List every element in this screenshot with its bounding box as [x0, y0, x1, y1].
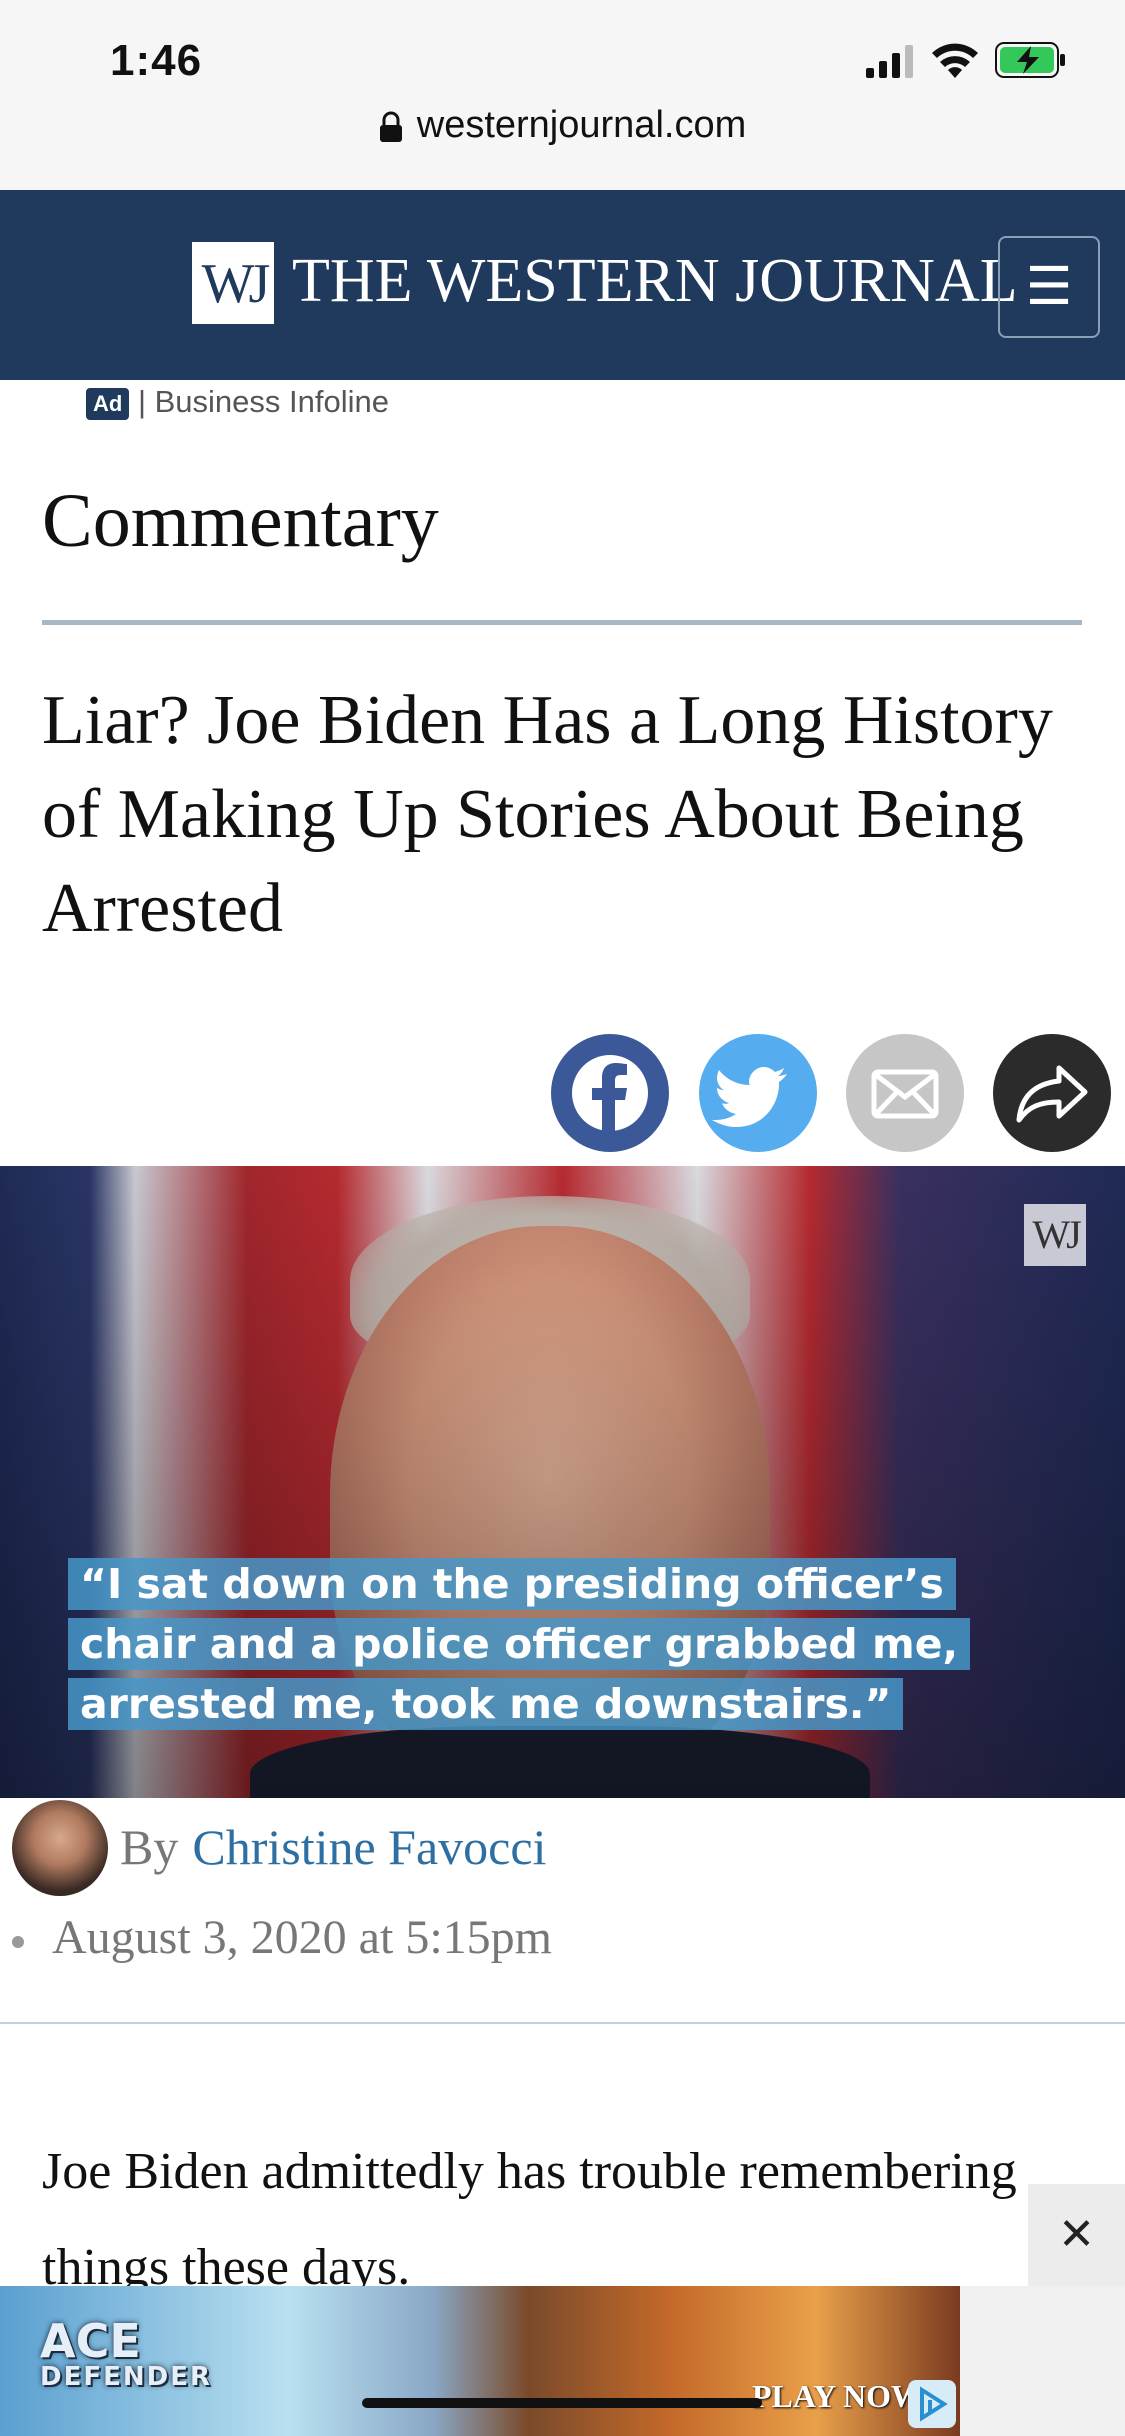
play-now-button[interactable]: PLAY NOW: [752, 2378, 923, 2415]
wifi-icon: [932, 43, 978, 78]
game-logo-subtitle: DEFENDER: [40, 2362, 212, 2392]
address-bar[interactable]: westernjournal.com: [0, 104, 1125, 147]
site-title[interactable]: THE WESTERN JOURNAL: [292, 246, 1018, 317]
battery-charging-icon: [995, 42, 1065, 78]
game-logo: ACE DEFENDER: [40, 2314, 212, 2392]
byline-divider: [0, 2022, 1125, 2024]
section-divider: [42, 620, 1082, 625]
ad-label[interactable]: Ad | Business Infoline: [86, 384, 389, 420]
menu-button[interactable]: ☰: [998, 236, 1100, 338]
byline: By Christine Favocci: [120, 1818, 546, 1876]
facebook-share-button[interactable]: [551, 1034, 669, 1152]
status-bar: 1:46 westernjournal.com: [0, 0, 1125, 190]
twitter-icon: [712, 1067, 787, 1127]
email-share-button[interactable]: [846, 1034, 964, 1152]
site-header: WJ THE WESTERN JOURNAL ☰: [0, 190, 1125, 380]
bullet-dot: [12, 1935, 24, 1948]
hero-quote: “I sat down on the presiding officer’s c…: [68, 1554, 1018, 1734]
adchoices-icon[interactable]: [908, 2380, 956, 2428]
home-indicator[interactable]: [362, 2398, 762, 2408]
site-logo-mark[interactable]: WJ: [192, 242, 274, 324]
email-icon: [871, 1069, 939, 1119]
hero-watermark: WJ: [1024, 1204, 1086, 1266]
bottom-ad-banner[interactable]: ACE DEFENDER PLAY NOW: [0, 2286, 960, 2436]
publish-date: August 3, 2020 at 5:15pm: [12, 1910, 552, 1965]
hero-quote-text: “I sat down on the presiding officer’s c…: [68, 1558, 971, 1730]
game-logo-title: ACE: [40, 2314, 141, 2368]
author-avatar[interactable]: [12, 1800, 108, 1896]
ad-badge: Ad: [86, 387, 130, 420]
clock: 1:46: [110, 36, 203, 85]
share-button[interactable]: [993, 1034, 1111, 1152]
url-text: westernjournal.com: [416, 104, 747, 146]
share-arrow-icon: [1016, 1065, 1088, 1123]
adchoices-triangle-icon: [920, 2386, 948, 2422]
section-title[interactable]: Commentary: [42, 478, 439, 565]
twitter-share-button[interactable]: [699, 1034, 817, 1152]
author-link[interactable]: Christine Favocci: [192, 1819, 546, 1875]
hero-image[interactable]: WJ “I sat down on the presiding officer’…: [0, 1166, 1125, 1798]
cellular-signal-icon: [866, 45, 913, 78]
close-ad-button[interactable]: ✕: [1028, 2184, 1125, 2286]
article-headline: Liar? Joe Biden Has a Long History of Ma…: [42, 682, 1053, 947]
lock-icon: [379, 111, 402, 142]
facebook-icon: [572, 1055, 648, 1131]
ad-side-panel: [960, 2286, 1125, 2436]
publish-date-text: August 3, 2020 at 5:15pm: [52, 1911, 552, 1964]
ad-sponsor: | Business Infoline: [137, 384, 389, 419]
byline-prefix: By: [120, 1819, 179, 1875]
close-icon: ✕: [1058, 2210, 1095, 2259]
